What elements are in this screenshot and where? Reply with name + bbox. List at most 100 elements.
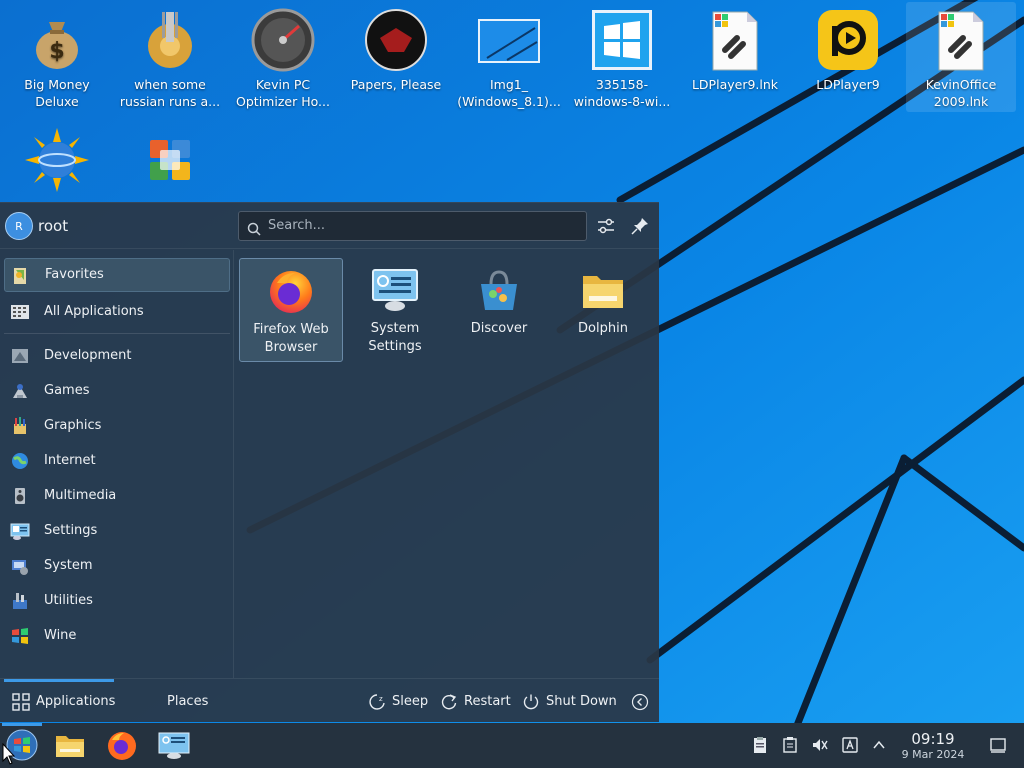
shutdown-button[interactable]: Shut Down	[546, 694, 617, 709]
sleep-button[interactable]: Sleep	[392, 694, 428, 709]
shortcut-link-icon	[703, 8, 767, 72]
sidebar-item-graphics[interactable]: Graphics	[4, 409, 230, 443]
shortcut-link-icon	[929, 8, 993, 72]
all-apps-icon	[10, 302, 30, 322]
app-tile-label: Firefox Web Browser	[253, 322, 329, 355]
chevron-up-icon[interactable]	[870, 736, 888, 754]
desktop-icon[interactable]: KevinOffice 2009.lnk	[906, 2, 1016, 112]
search-input[interactable]: Search...	[238, 211, 587, 241]
chevron-left-icon[interactable]	[631, 693, 649, 711]
gear-icon	[138, 8, 202, 72]
tab-applications[interactable]: Applications	[4, 679, 116, 724]
games-icon	[10, 381, 30, 401]
app-tile-label: System Settings	[368, 321, 422, 354]
papers-please-icon	[364, 8, 428, 72]
active-task-indicator	[2, 723, 42, 726]
desktop-icon-label: Kevin PC Optimizer Ho...	[236, 77, 330, 109]
search-icon	[247, 219, 261, 236]
clipboard-tray-icon[interactable]	[751, 736, 769, 754]
desktop-icon[interactable]: LDPlayer9	[793, 2, 903, 112]
taskbar-system-settings[interactable]	[158, 729, 190, 761]
pin-icon	[631, 218, 648, 235]
favorites-grid: Firefox Web Browser System Settings Disc…	[235, 250, 659, 678]
desktop-icon[interactable]	[115, 122, 225, 196]
power-icon	[522, 693, 540, 711]
app-tile-discover[interactable]: Discover	[447, 258, 551, 362]
app-tile-label: Discover	[470, 321, 528, 336]
app-tile-system-settings[interactable]: System Settings	[343, 258, 447, 362]
sidebar-item-label: System	[44, 558, 93, 573]
keyboard-layout-icon[interactable]	[841, 736, 859, 754]
taskbar-firefox[interactable]	[106, 729, 138, 761]
launcher-header: R root Search...	[0, 203, 659, 249]
folder-icon	[579, 266, 627, 314]
clock-date[interactable]: 9 Mar 2024	[893, 748, 973, 761]
desktop-icon[interactable]: LDPlayer9.lnk	[680, 2, 790, 112]
app-tile-firefox[interactable]: Firefox Web Browser	[239, 258, 343, 362]
pin-button[interactable]	[629, 215, 651, 237]
internet-icon	[10, 451, 30, 471]
desktop-icon[interactable]: Img1_ (Windows_8.1)...	[454, 2, 564, 112]
sliders-icon	[598, 218, 614, 234]
windows-logo-icon	[590, 8, 654, 72]
sidebar-item-favorites[interactable]: Favorites	[4, 258, 230, 292]
svg-text:z: z	[379, 695, 383, 703]
notes-tray-icon[interactable]	[781, 736, 799, 754]
sidebar-item-label: Internet	[44, 453, 96, 468]
sidebar-item-utilities[interactable]: Utilities	[4, 584, 230, 618]
clock-time[interactable]: 09:19	[897, 730, 969, 748]
sidebar-item-label: Wine	[44, 628, 77, 643]
restart-button[interactable]: Restart	[464, 694, 511, 709]
system-icon	[10, 556, 30, 576]
desktop-icon-label: LDPlayer9.lnk	[691, 77, 779, 92]
development-icon	[10, 346, 30, 366]
desktop-icon[interactable]: Kevin PC Optimizer Ho...	[228, 2, 338, 112]
show-desktop-icon[interactable]	[989, 736, 1007, 754]
sidebar-item-system[interactable]: System	[4, 549, 230, 583]
sidebar-item-settings[interactable]: Settings	[4, 514, 230, 548]
sidebar-item-label: Favorites	[45, 267, 104, 282]
desktop-icon-label: 335158-windows-8-wi...	[573, 77, 671, 109]
desktop-icon-label: LDPlayer9	[816, 77, 880, 92]
desktop-icon[interactable]: 335158-windows-8-wi...	[567, 2, 677, 112]
sidebar-item-multimedia[interactable]: Multimedia	[4, 479, 230, 513]
sidebar-item-games[interactable]: Games	[4, 374, 230, 408]
sidebar-item-label: Graphics	[44, 418, 102, 433]
tab-applications-label: Applications	[36, 694, 116, 709]
ldplayer-icon	[816, 8, 880, 72]
tab-places[interactable]: Places	[167, 694, 208, 709]
system-settings-icon	[371, 266, 419, 314]
restart-icon	[440, 693, 458, 711]
app-tile-dolphin[interactable]: Dolphin	[551, 258, 655, 362]
desktop-icon[interactable]: Papers, Please	[341, 2, 451, 112]
sidebar-item-development[interactable]: Development	[4, 339, 230, 373]
taskbar-file-manager[interactable]	[54, 729, 86, 761]
sidebar-item-internet[interactable]: Internet	[4, 444, 230, 478]
sidebar-item-all-applications[interactable]: All Applications	[4, 295, 230, 329]
desktop-icon[interactable]: $ Big Money Deluxe	[2, 2, 112, 112]
configure-button[interactable]	[595, 215, 617, 237]
active-tab-indicator	[4, 679, 114, 682]
desktop-icon[interactable]	[2, 122, 112, 196]
application-launcher: R root Search... Favorites All Applicati…	[0, 202, 659, 722]
firefox-icon	[108, 732, 136, 760]
desktop-icon-label: Papers, Please	[350, 77, 442, 92]
utilities-icon	[10, 591, 30, 611]
office-logo-icon	[138, 128, 202, 192]
desktop-icon[interactable]: when some russian runs a...	[115, 2, 225, 112]
speedometer-icon	[251, 8, 315, 72]
image-icon	[477, 8, 541, 72]
firefox-icon	[267, 267, 315, 315]
sidebar-item-label: All Applications	[44, 304, 144, 319]
username: root	[38, 217, 69, 235]
sidebar-item-label: Settings	[44, 523, 98, 538]
sidebar-item-label: Utilities	[44, 593, 93, 608]
app-tile-label: Dolphin	[578, 321, 628, 336]
avatar[interactable]: R	[5, 212, 33, 240]
sidebar-item-label: Development	[44, 348, 132, 363]
folder-icon	[56, 736, 84, 757]
grid-icon	[12, 693, 30, 711]
volume-muted-icon[interactable]	[811, 736, 829, 754]
divider	[4, 333, 230, 334]
sidebar-item-wine[interactable]: Wine	[4, 619, 230, 653]
